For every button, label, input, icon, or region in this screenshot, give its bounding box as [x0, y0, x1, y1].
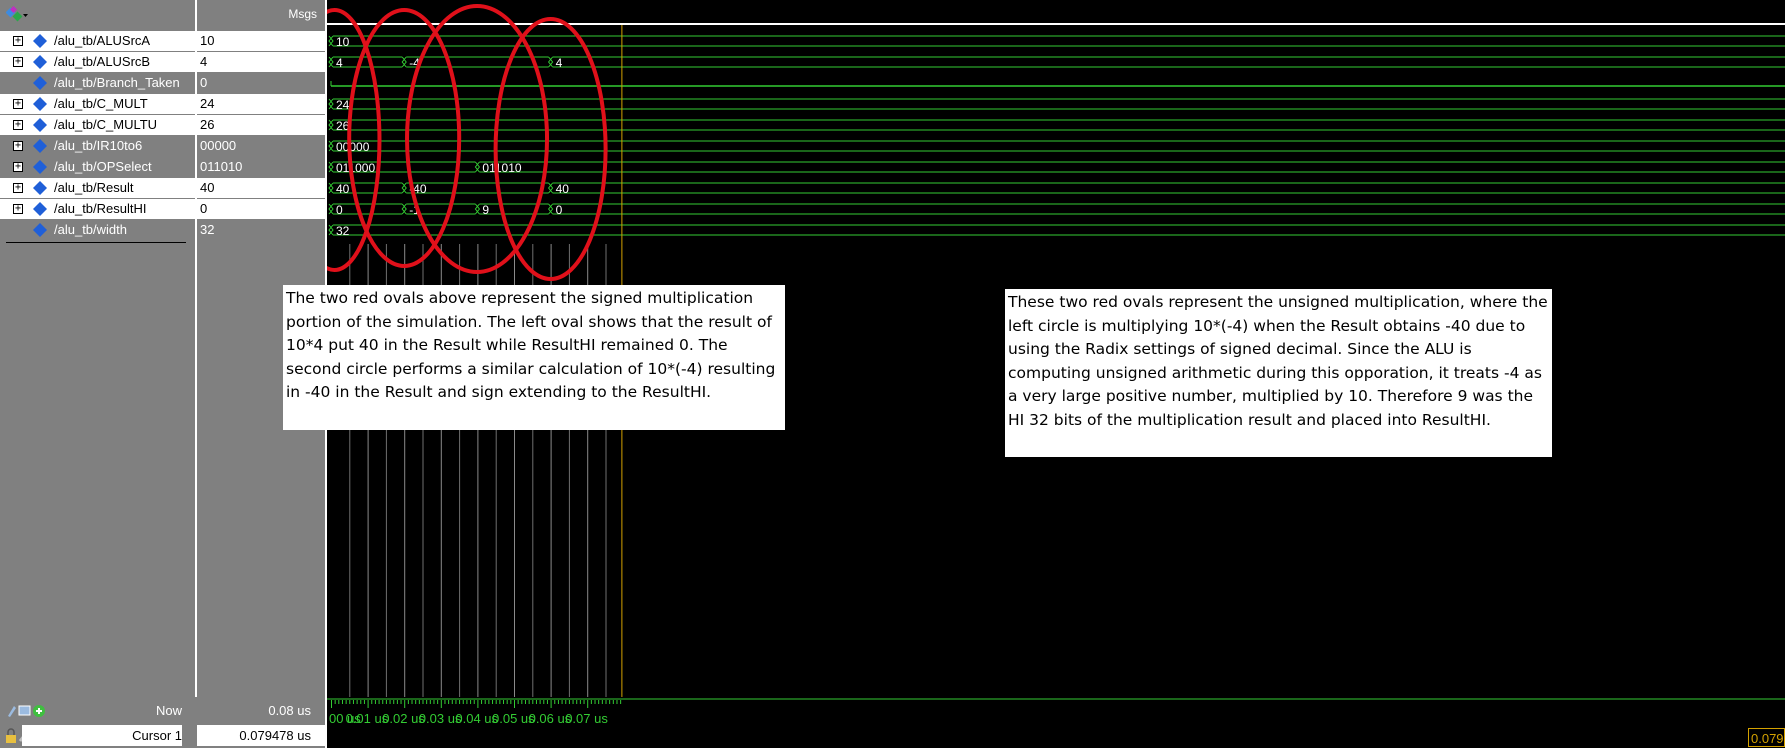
bus-value-label: 10 [336, 35, 350, 49]
signal-diamond-icon [33, 34, 47, 48]
signal-value: 26 [197, 115, 325, 135]
bus-transition [547, 203, 554, 215]
bus-transition [328, 203, 334, 215]
signal-row[interactable]: + /alu_tb/IR10to6 [0, 136, 195, 156]
signal-name: /alu_tb/C_MULTU [54, 117, 158, 132]
bus-transition [474, 161, 481, 173]
signal-name: /alu_tb/ResultHI [54, 201, 147, 216]
signal-name: /alu_tb/width [54, 222, 127, 237]
signal-diamond-icon [33, 118, 47, 132]
signal-name: /alu_tb/Branch_Taken [54, 75, 180, 90]
bus-value-label: 011010 [482, 161, 521, 175]
ruler-tick-label: 0.07 us [565, 711, 608, 726]
signal-diamond-icon [33, 181, 47, 195]
signal-row[interactable]: + /alu_tb/OPSelect [0, 157, 195, 177]
signal-name: /alu_tb/ALUSrcA [54, 33, 151, 48]
expand-icon[interactable]: + [13, 36, 23, 46]
signal-name: /alu_tb/ALUSrcB [54, 54, 151, 69]
bus-value-label: 9 [482, 203, 489, 217]
signal-row[interactable]: + /alu_tb/ResultHI [0, 199, 195, 219]
bus-transition [328, 35, 334, 47]
signal-value: 0 [197, 199, 325, 219]
signal-row[interactable]: + /alu_tb/C_MULTU [0, 115, 195, 135]
bus-transition [328, 224, 334, 236]
signal-row[interactable]: + /alu_tb/Result [0, 178, 195, 198]
bus-value-label: 011000 [336, 161, 375, 175]
signal-row[interactable]: /alu_tb/width [0, 220, 195, 240]
bus-value-label: 0 [556, 203, 563, 217]
bus-transition [328, 56, 334, 68]
bus-value-label: 4 [336, 56, 343, 70]
bus-transition [401, 182, 407, 194]
signal-diamond-icon [33, 55, 47, 69]
signal-name: /alu_tb/Result [54, 180, 134, 195]
signal-value: 24 [197, 94, 325, 114]
signal-diamond-icon [33, 223, 47, 237]
signal-name: /alu_tb/IR10to6 [54, 138, 143, 153]
signal-row[interactable]: + /alu_tb/C_MULT [0, 94, 195, 114]
signal-value: 00000 [197, 136, 325, 156]
signal-diamond-icon [33, 202, 47, 216]
divider [6, 242, 186, 243]
signal-diamond-icon [33, 139, 47, 153]
annotation-oval [347, 8, 462, 268]
now-value: 0.08 us [268, 703, 311, 718]
signal-value: 32 [197, 220, 325, 240]
signal-row[interactable]: + /alu_tb/ALUSrcB [0, 52, 195, 72]
wave-header-line [327, 23, 1785, 25]
bus-transition [328, 140, 334, 152]
signal-row[interactable]: + /alu_tb/ALUSrcA [0, 31, 195, 51]
bus-value-label: 00000 [336, 140, 370, 154]
bus-value-label: 0 [336, 203, 343, 217]
expand-icon[interactable]: + [13, 162, 23, 172]
expand-icon[interactable]: + [13, 204, 23, 214]
signal-diamond-icon [33, 76, 47, 90]
annotation-oval [493, 17, 608, 281]
expand-icon[interactable]: + [13, 99, 23, 109]
cursor-marker-label[interactable]: 0.079 [1748, 728, 1785, 747]
now-label: Now [155, 703, 182, 718]
cursor-name[interactable]: Cursor 1 [22, 725, 182, 746]
signal-value: 4 [197, 52, 325, 72]
bus-transition [401, 203, 407, 215]
signal-value: 40 [197, 178, 325, 198]
signal-name: /alu_tb/C_MULT [54, 96, 148, 111]
cursor-time-value[interactable]: 0.079478 us [197, 725, 325, 746]
bus-transition [547, 56, 554, 68]
bus-value-label: 4 [556, 56, 563, 70]
bus-transition [328, 98, 334, 110]
signal-row[interactable]: /alu_tb/Branch_Taken [0, 73, 195, 93]
signal-value: 0 [197, 73, 325, 93]
bus-transition [547, 182, 554, 194]
bus-value-label: 24 [336, 98, 350, 112]
bus-transition [328, 182, 334, 194]
bus-transition [328, 161, 334, 173]
signal-name: /alu_tb/OPSelect [54, 159, 152, 174]
bus-value-label: 40 [556, 182, 570, 196]
signal-value: 10 [197, 31, 325, 51]
expand-icon[interactable]: + [13, 57, 23, 67]
expand-icon[interactable]: + [13, 183, 23, 193]
annotation-unsigned-note: These two red ovals represent the unsign… [1005, 289, 1552, 457]
bus-value-label: 32 [336, 224, 350, 238]
signal-value: 011010 [197, 157, 325, 177]
bus-transition [474, 203, 481, 215]
bus-transition [328, 119, 334, 131]
expand-icon[interactable]: + [13, 120, 23, 130]
signal-diamond-icon [33, 97, 47, 111]
waveform-window: Msgs + /alu_tb/ALUSrcA 10 + /alu_tb/ALUSrcB 4… [0, 0, 1785, 748]
signal-diamond-icon [33, 160, 47, 174]
bus-transition [401, 56, 407, 68]
msgs-header: Msgs [288, 7, 317, 21]
annotation-signed-note: The two red ovals above represent the si… [283, 285, 785, 430]
expand-icon[interactable]: + [13, 141, 23, 151]
wave-group-icon[interactable] [6, 6, 28, 24]
bus-value-label: 40 [336, 182, 350, 196]
